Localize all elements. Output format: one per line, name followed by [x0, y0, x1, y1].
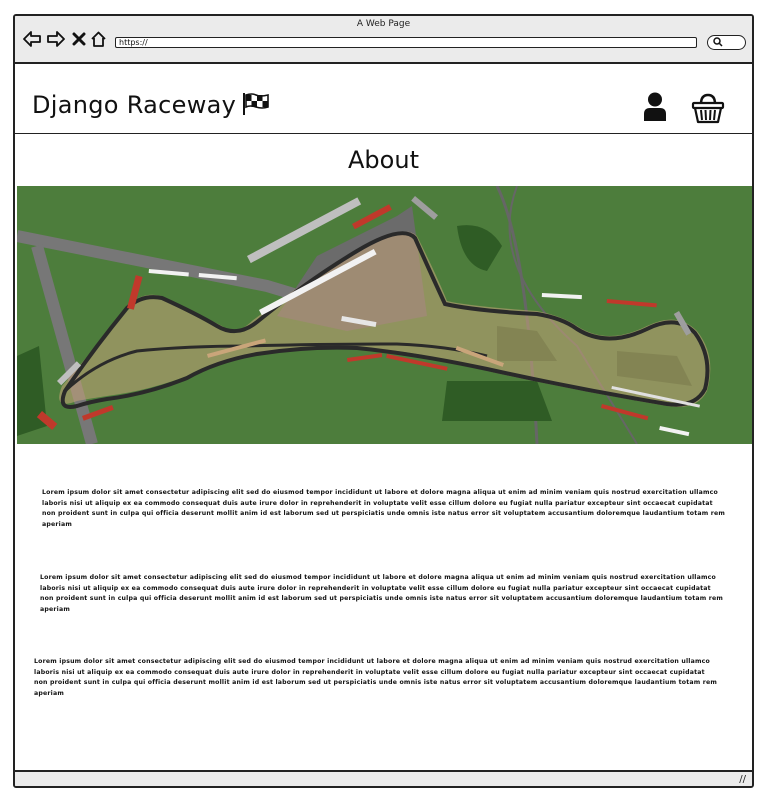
- brand-name: Django Raceway: [32, 91, 237, 119]
- close-x-icon[interactable]: [70, 30, 88, 48]
- site-brand[interactable]: Django Raceway: [32, 91, 270, 119]
- window-title: A Web Page: [356, 19, 411, 29]
- forward-arrow-icon[interactable]: [47, 30, 65, 48]
- home-icon[interactable]: [89, 30, 107, 48]
- race-circuit-map-image: [15, 185, 752, 446]
- page-title: About: [348, 146, 419, 174]
- back-arrow-icon[interactable]: [23, 30, 41, 48]
- browser-toolbar: A Web Page https://: [15, 16, 752, 64]
- browser-window: A Web Page https:// Django Raceway About…: [13, 14, 754, 788]
- search-button[interactable]: [707, 35, 746, 50]
- about-paragraph: Lorem ipsum dolor sit amet consectetur a…: [40, 574, 724, 613]
- site-header: Django Raceway: [15, 64, 752, 134]
- search-icon: [713, 37, 723, 50]
- checkered-flag-icon: [242, 93, 270, 119]
- about-paragraph: Lorem ipsum dolor sit amet consectetur a…: [42, 489, 726, 528]
- status-bar: //: [15, 770, 752, 786]
- about-paragraph: Lorem ipsum dolor sit amet consectetur a…: [34, 658, 718, 697]
- user-icon[interactable]: [643, 92, 667, 122]
- resize-handle-icon[interactable]: //: [739, 774, 746, 785]
- url-input[interactable]: https://: [115, 37, 697, 48]
- basket-icon[interactable]: [691, 92, 725, 124]
